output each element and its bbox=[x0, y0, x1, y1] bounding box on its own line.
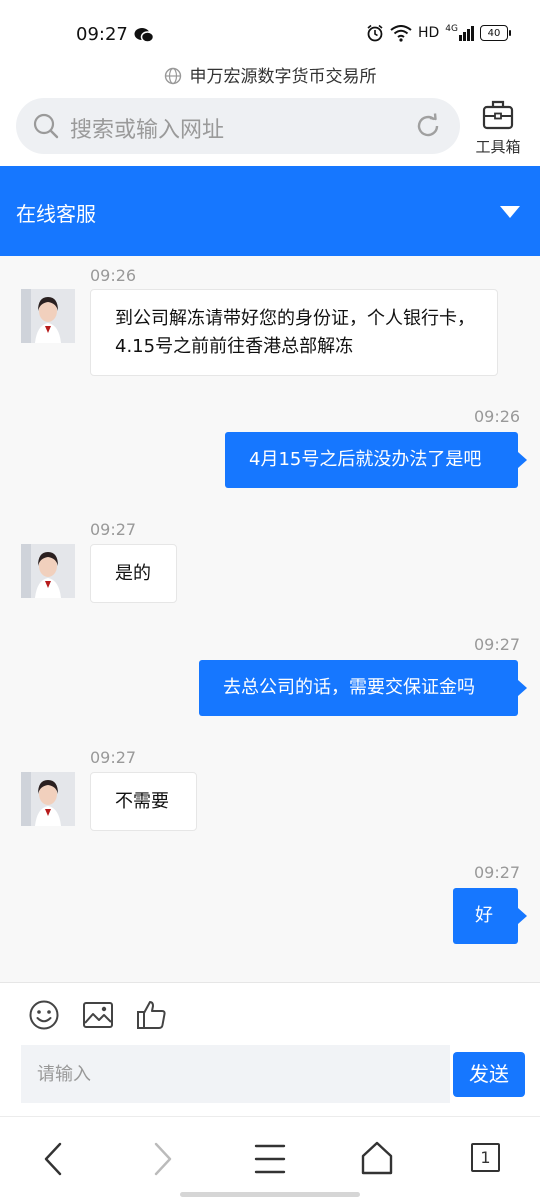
wechat-icon bbox=[134, 28, 154, 43]
incoming-message: 不需要 bbox=[90, 772, 197, 831]
signal-icon: 4G bbox=[445, 25, 474, 41]
network-label: HD bbox=[417, 25, 440, 41]
forward-icon[interactable] bbox=[148, 1141, 176, 1177]
address-bar[interactable]: 搜索或输入网址 bbox=[16, 98, 460, 154]
toolbox-icon bbox=[482, 100, 514, 130]
menu-icon[interactable] bbox=[254, 1143, 286, 1175]
home-indicator bbox=[180, 1192, 360, 1197]
battery-level: 40 bbox=[487, 27, 501, 39]
status-bar: 09:27 HD 4G 40 bbox=[0, 0, 540, 56]
message-time: 09:27 bbox=[90, 748, 137, 767]
message-time: 09:26 bbox=[90, 266, 137, 285]
incoming-message: 是的 bbox=[90, 544, 177, 603]
refresh-icon[interactable] bbox=[414, 112, 442, 140]
outgoing-message: 好 bbox=[453, 888, 527, 944]
toolbox-button[interactable]: 工具箱 bbox=[470, 98, 526, 157]
agent-avatar bbox=[21, 289, 75, 343]
status-time: 09:27 bbox=[76, 24, 128, 45]
address-placeholder: 搜索或输入网址 bbox=[70, 118, 225, 143]
message-time: 09:26 bbox=[474, 407, 521, 426]
battery-icon: 40 bbox=[480, 25, 511, 41]
home-icon[interactable] bbox=[360, 1141, 394, 1175]
message-time: 09:27 bbox=[474, 635, 521, 654]
chevron-down-icon[interactable] bbox=[500, 206, 520, 218]
image-icon[interactable] bbox=[82, 999, 114, 1031]
site-name: 申万宏源数字货币交易所 bbox=[189, 67, 377, 87]
chat-header: 在线客服 bbox=[0, 166, 540, 256]
incoming-message: 到公司解冻请带好您的身份证，个人银行卡，4.15号之前前往香港总部解冻 bbox=[90, 289, 498, 376]
send-button[interactable]: 发送 bbox=[453, 1052, 525, 1097]
emoji-icon[interactable] bbox=[28, 999, 60, 1031]
wifi-icon bbox=[390, 24, 412, 42]
site-label: 申万宏源数字货币交易所 bbox=[0, 62, 540, 87]
browser-bottom-nav: 1 bbox=[0, 1116, 540, 1200]
status-indicators: HD 4G 40 bbox=[366, 24, 511, 42]
agent-avatar bbox=[21, 544, 75, 598]
signal-label: 4G bbox=[445, 24, 458, 34]
search-icon bbox=[33, 113, 59, 139]
tabs-button[interactable]: 1 bbox=[471, 1143, 500, 1172]
outgoing-message: 去总公司的话，需要交保证金吗 bbox=[199, 660, 527, 716]
globe-icon bbox=[164, 67, 181, 85]
toolbox-label: 工具箱 bbox=[475, 138, 521, 156]
outgoing-message: 4月15号之后就没办法了是吧 bbox=[225, 432, 527, 488]
chat-title: 在线客服 bbox=[16, 202, 96, 226]
message-time: 09:27 bbox=[90, 520, 137, 539]
composer-panel: 发送 bbox=[0, 982, 540, 1116]
message-time: 09:27 bbox=[474, 863, 521, 882]
chat-message-list[interactable]: 09:26 到公司解冻请带好您的身份证，个人银行卡，4.15号之前前往香港总部解… bbox=[0, 256, 540, 982]
back-icon[interactable] bbox=[40, 1141, 68, 1177]
agent-avatar bbox=[21, 772, 75, 826]
thumbs-up-icon[interactable] bbox=[136, 999, 168, 1031]
message-input[interactable] bbox=[21, 1045, 450, 1103]
alarm-icon bbox=[367, 24, 383, 42]
